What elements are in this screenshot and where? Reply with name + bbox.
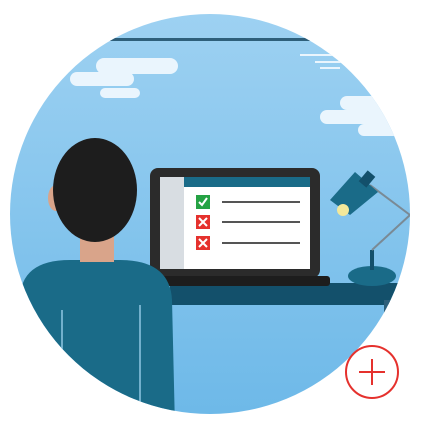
plus-icon	[359, 359, 385, 385]
add-button[interactable]	[345, 345, 399, 399]
laptop-base	[145, 276, 330, 286]
ceiling-line	[60, 38, 360, 41]
person-hair	[53, 138, 137, 242]
screen-sidebar	[160, 177, 184, 269]
person-body	[20, 260, 175, 414]
laptop	[145, 168, 330, 286]
lamp-bulb	[337, 204, 349, 216]
illustration-canvas	[0, 0, 421, 428]
desk-top	[170, 283, 410, 305]
screen-titlebar	[184, 177, 310, 187]
